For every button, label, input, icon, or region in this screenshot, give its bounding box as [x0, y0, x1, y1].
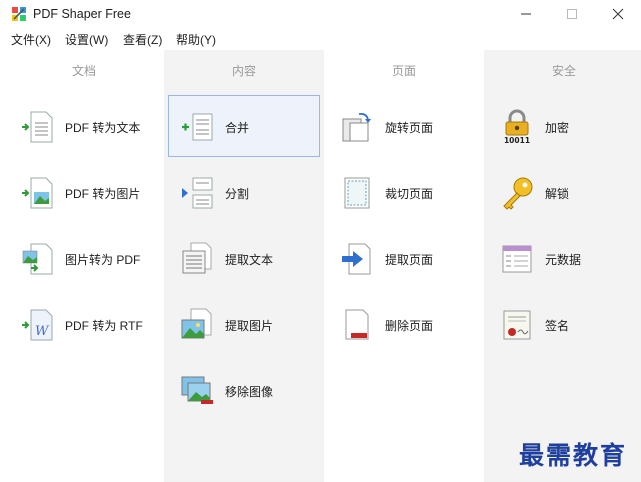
- window-title: PDF Shaper Free: [33, 7, 131, 21]
- tool-pdf-to-text[interactable]: PDF 转为文本: [8, 95, 160, 157]
- tool-delete-pages[interactable]: 删除页面: [328, 293, 480, 355]
- app-logo-icon: [11, 6, 27, 22]
- maximize-icon: [566, 8, 578, 20]
- tool-crop-pages[interactable]: 裁切页面: [328, 161, 480, 223]
- tool-pdf-to-image[interactable]: PDF 转为图片: [8, 161, 160, 223]
- tool-label: PDF 转为图片: [65, 185, 140, 202]
- tool-label: 旋转页面: [385, 119, 433, 136]
- tool-label: 删除页面: [385, 317, 433, 334]
- tool-label: 签名: [545, 317, 569, 334]
- tool-label: 提取图片: [225, 317, 273, 334]
- delete-pages-icon: [339, 307, 375, 343]
- tool-extract-text[interactable]: 提取文本: [168, 227, 320, 289]
- tool-label: 移除图像: [225, 383, 273, 400]
- column-document: 文档 PDF 转为文本 PDF 转为图片 图片转为 PDF W P: [4, 50, 164, 482]
- maximize-button[interactable]: [549, 0, 595, 28]
- title-bar: PDF Shaper Free: [0, 0, 641, 28]
- pdf-to-image-icon: [19, 175, 55, 211]
- column-security: 安全 10011 加密 解锁 元数据: [484, 50, 641, 482]
- column-header-security: 安全: [484, 62, 641, 79]
- svg-text:10011: 10011: [504, 136, 530, 145]
- close-icon: [612, 8, 624, 20]
- column-content: 内容 合并 分割 提取文本 提取图片: [164, 50, 324, 482]
- column-header-document: 文档: [4, 62, 164, 79]
- tool-signature[interactable]: 签名: [488, 293, 640, 355]
- column-header-content: 内容: [164, 62, 324, 79]
- svg-text:W: W: [35, 324, 50, 339]
- rotate-pages-icon: [339, 109, 375, 145]
- encrypt-lock-icon: 10011: [499, 109, 535, 145]
- tool-label: PDF 转为 RTF: [65, 317, 143, 334]
- crop-pages-icon: [339, 175, 375, 211]
- extract-images-icon: [179, 307, 215, 343]
- decrypt-key-icon: [499, 175, 535, 211]
- tool-remove-images[interactable]: 移除图像: [168, 359, 320, 421]
- tool-label: 合并: [225, 119, 249, 136]
- tool-label: 裁切页面: [385, 185, 433, 202]
- extract-pages-icon: [339, 241, 375, 277]
- tool-extract-images[interactable]: 提取图片: [168, 293, 320, 355]
- column-header-pages: 页面: [324, 62, 484, 79]
- tool-rotate-pages[interactable]: 旋转页面: [328, 95, 480, 157]
- menu-help[interactable]: 帮助(Y): [176, 31, 216, 48]
- tool-pdf-to-rtf[interactable]: W PDF 转为 RTF: [8, 293, 160, 355]
- minimize-button[interactable]: [503, 0, 549, 28]
- tool-label: 元数据: [545, 251, 581, 268]
- extract-text-icon: [179, 241, 215, 277]
- split-icon: [179, 175, 215, 211]
- tool-label: PDF 转为文本: [65, 119, 140, 136]
- menu-file[interactable]: 文件(X): [11, 31, 51, 48]
- menu-view[interactable]: 查看(Z): [123, 31, 162, 48]
- tool-image-to-pdf[interactable]: 图片转为 PDF: [8, 227, 160, 289]
- tool-label: 提取页面: [385, 251, 433, 268]
- tool-merge[interactable]: 合并: [168, 95, 320, 157]
- tool-label: 提取文本: [225, 251, 273, 268]
- watermark-text: 最需教育: [519, 436, 627, 472]
- tool-metadata[interactable]: 元数据: [488, 227, 640, 289]
- remove-images-icon: [179, 373, 215, 409]
- metadata-icon: [499, 241, 535, 277]
- tool-encrypt[interactable]: 10011 加密: [488, 95, 640, 157]
- pdf-to-rtf-icon: W: [19, 307, 55, 343]
- tool-label: 分割: [225, 185, 249, 202]
- tool-extract-pages[interactable]: 提取页面: [328, 227, 480, 289]
- tool-split[interactable]: 分割: [168, 161, 320, 223]
- signature-certificate-icon: [499, 307, 535, 343]
- menu-settings[interactable]: 设置(W): [65, 31, 108, 48]
- tool-label: 加密: [545, 119, 569, 136]
- tool-decrypt[interactable]: 解锁: [488, 161, 640, 223]
- tool-label: 解锁: [545, 185, 569, 202]
- column-pages: 页面 旋转页面 裁切页面 提取页面 删除页面: [324, 50, 484, 482]
- close-button[interactable]: [595, 0, 641, 28]
- minimize-icon: [520, 8, 532, 20]
- tool-label: 图片转为 PDF: [65, 251, 140, 268]
- merge-icon: [179, 109, 215, 145]
- menu-bar: 文件(X) 设置(W) 查看(Z) 帮助(Y): [0, 28, 641, 50]
- image-to-pdf-icon: [19, 241, 55, 277]
- pdf-to-text-icon: [19, 109, 55, 145]
